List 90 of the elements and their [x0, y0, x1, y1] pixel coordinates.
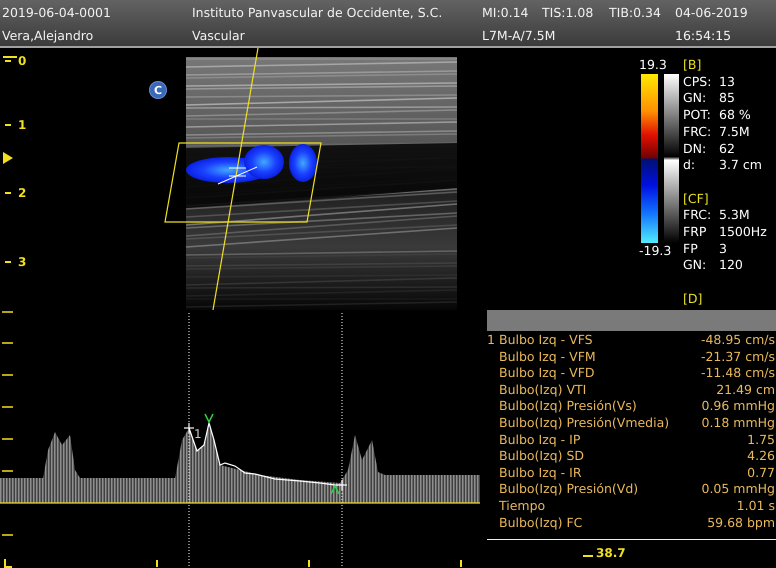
measurement-value: 1.01 s	[736, 498, 775, 515]
measurement-label: Bulbo Izq - VFS	[499, 332, 594, 349]
measurement-label: Bulbo Izq - VFM	[499, 348, 597, 366]
mechanical-index: MI:0.14	[482, 4, 530, 20]
probe-name: L7M-A/7.5M	[482, 28, 556, 42]
measurement-value: 1.75	[746, 432, 775, 448]
measurement-value: 21.49 cm	[715, 382, 775, 398]
scale-tick	[2, 311, 13, 313]
end-marker-icon	[330, 484, 340, 494]
measurement-label: Bulbo(Izq) VTI	[499, 382, 588, 398]
preset-name: Vascular	[192, 28, 246, 42]
depth-tick	[3, 56, 17, 58]
thermal-index-bone: TIB:0.34	[609, 4, 662, 20]
measurement-label: Bulbo Izq - VFD	[499, 365, 596, 382]
parameter-label: GN:	[683, 257, 708, 274]
depth-label: 1	[18, 118, 26, 132]
parameter-value: 1500Hz	[719, 224, 767, 241]
measurement-value: 59.68 bpm	[706, 514, 775, 532]
depth-tick	[5, 124, 11, 126]
parameter-value: 62	[719, 140, 735, 158]
parameter-label: d:	[683, 157, 696, 174]
depth-label: 0	[18, 54, 26, 68]
focus-marker-icon	[3, 152, 13, 164]
measurement-label: Bulbo Izq - IR	[499, 464, 583, 482]
measurement-value: 0.05 mmHg	[700, 481, 775, 498]
depth-tick	[5, 261, 11, 263]
scale-readout: 38.7	[596, 546, 626, 560]
scale-tick	[2, 374, 13, 376]
section-heading: [D]	[683, 290, 704, 308]
section-heading: [CF]	[683, 190, 710, 208]
measurement-value: 4.26	[746, 448, 775, 465]
measurement-value: -48.95 cm/s	[700, 332, 775, 349]
parameter-value: 120	[719, 257, 743, 274]
patient-id: 2019-06-04-0001	[2, 4, 112, 20]
parameter-label: POT:	[683, 107, 712, 124]
patient-name: Vera,Alejandro	[2, 28, 94, 42]
caliper-cross-icon	[184, 423, 194, 433]
measurement-value: 0.77	[746, 464, 775, 482]
parameter-value: 3	[719, 240, 727, 258]
scale-min: -19.3	[639, 242, 672, 260]
scale-max: 19.3	[639, 57, 667, 74]
parameter-label: CPS:	[683, 74, 712, 90]
scale-tick	[2, 470, 13, 472]
scale-tick	[2, 534, 13, 536]
measurement-label: Bulbo(Izq) Presión(Vs)	[499, 398, 638, 415]
parameter-label: FRC:	[683, 207, 712, 224]
parameter-value: 85	[719, 90, 735, 108]
measurement-label: Bulbo Izq - IP	[499, 432, 582, 448]
measurement-label: Bulbo(Izq) SD	[499, 448, 586, 465]
measurement-label: Tiempo	[499, 498, 546, 515]
parameter-value: 13	[719, 74, 735, 90]
depth-tick	[5, 192, 11, 194]
scale-tick	[2, 438, 13, 440]
mode-badge: C	[150, 82, 166, 98]
depth-label: 2	[18, 186, 26, 200]
caliper-cross-icon	[337, 480, 347, 490]
parameter-label: GN:	[683, 90, 708, 108]
exam-date: 04-06-2019	[675, 4, 749, 20]
measurement-label: Bulbo(Izq) Presión(Vmedia)	[499, 414, 670, 432]
sample-gate-icon	[218, 166, 258, 184]
measurement-index: 1	[487, 332, 496, 349]
thermal-index-soft: TIS:1.08	[542, 4, 594, 20]
scale-tick	[2, 342, 13, 344]
depth-tick	[5, 60, 11, 62]
scale-tick	[2, 406, 13, 408]
scale-tick	[460, 560, 462, 567]
measurement-label: Bulbo(Izq) Presión(Vd)	[499, 481, 640, 498]
exam-time: 16:54:15	[675, 28, 732, 42]
parameter-label: FRC:	[683, 124, 712, 141]
parameter-label: FP	[683, 240, 699, 258]
measurement-label: Bulbo(Izq) FC	[499, 514, 584, 532]
scale-tick	[156, 560, 158, 567]
parameter-label: FRP	[683, 224, 708, 241]
measurement-value: 0.18 mmHg	[700, 414, 775, 432]
scale-tick	[4, 559, 12, 568]
measurement-value: 0.96 mmHg	[700, 398, 775, 415]
trace-label: 1	[194, 427, 202, 441]
parameter-value: 5.3M	[719, 207, 750, 224]
institution-name: Instituto Panvascular de Occidente, S.C.	[192, 4, 444, 20]
parameter-value: 68 %	[719, 107, 751, 124]
measurement-value: -21.37 cm/s	[700, 348, 775, 366]
parameter-label: DN:	[683, 140, 708, 158]
parameter-value: 3.7 cm	[719, 157, 762, 174]
peak-marker-icon	[204, 414, 214, 424]
depth-label: 3	[18, 255, 26, 269]
section-heading: [B]	[683, 57, 702, 74]
parameter-value: 7.5M	[719, 124, 750, 141]
scale-tick	[308, 560, 310, 567]
measurement-value: -11.48 cm/s	[700, 365, 775, 382]
scale-tick	[583, 555, 593, 558]
